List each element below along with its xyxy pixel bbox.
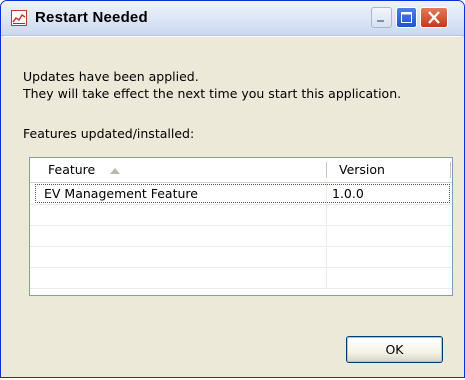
message-line-1: Updates have been applied. (23, 69, 199, 84)
maximize-button[interactable] (396, 7, 417, 28)
ok-button[interactable]: OK (346, 336, 443, 363)
empty-row (30, 246, 452, 268)
cell-feature: EV Management Feature (44, 186, 198, 201)
maximize-icon (401, 12, 412, 23)
table-row[interactable]: EV Management Feature 1.0.0 (30, 183, 452, 205)
restart-dialog: Restart Needed Updates have been applied… (0, 0, 465, 378)
row-divider (326, 246, 327, 268)
features-table[interactable]: Feature Version EV Management Feature 1.… (29, 157, 453, 296)
column-header-version-label: Version (339, 162, 385, 177)
table-header: Feature Version (30, 158, 452, 183)
column-header-feature-label: Feature (48, 162, 96, 177)
empty-row (30, 225, 452, 247)
empty-row (30, 267, 452, 289)
row-divider (326, 267, 327, 289)
row-divider (326, 225, 327, 247)
minimize-icon (377, 20, 384, 22)
features-label: Features updated/installed: (23, 126, 195, 141)
close-icon (428, 11, 440, 24)
row-divider (326, 183, 327, 205)
close-button[interactable] (420, 7, 448, 28)
chart-icon (11, 10, 27, 26)
cell-version: 1.0.0 (332, 186, 364, 201)
table-body: EV Management Feature 1.0.0 (30, 183, 452, 295)
minimize-button[interactable] (371, 7, 392, 28)
title-bar[interactable]: Restart Needed (1, 1, 464, 36)
window-title: Restart Needed (35, 9, 148, 26)
row-divider (326, 204, 327, 226)
empty-row (30, 204, 452, 226)
column-divider-end[interactable] (450, 162, 451, 178)
column-header-feature[interactable]: Feature (30, 158, 326, 182)
sort-ascending-icon (110, 167, 121, 174)
message: Updates have been applied. They will tak… (23, 68, 401, 102)
message-line-2: They will take effect the next time you … (23, 86, 402, 101)
column-header-version[interactable]: Version (327, 158, 452, 182)
